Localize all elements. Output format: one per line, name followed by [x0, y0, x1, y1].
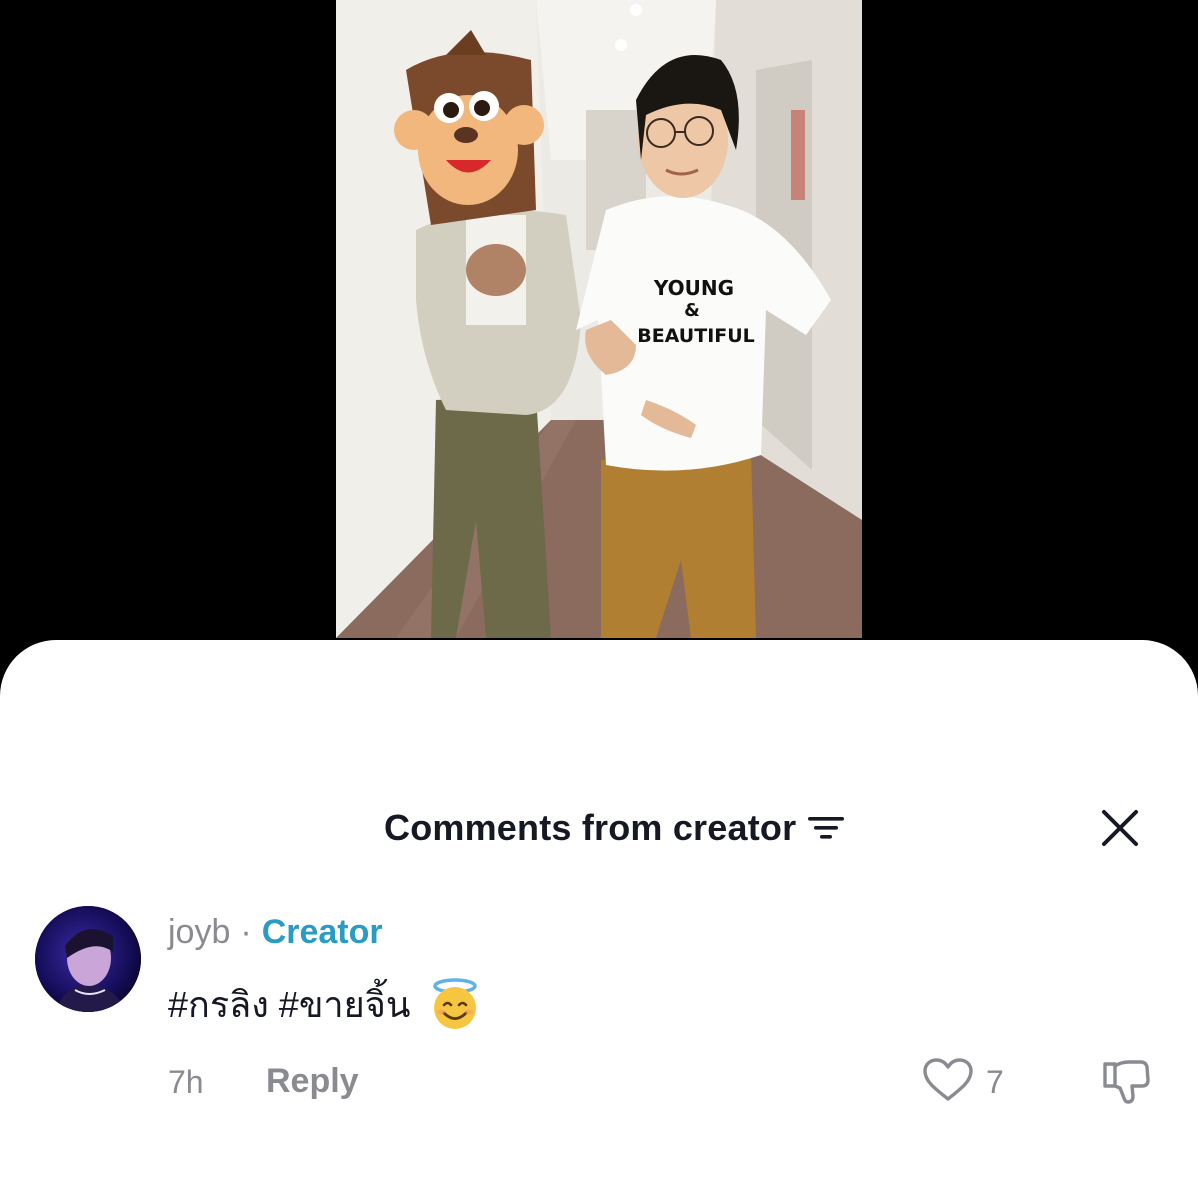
- sheet-title: Comments from creator: [384, 807, 797, 848]
- comment-item: joyb · Creator #กรลิง #ขายจิ้น 7h Reply: [0, 902, 1198, 1104]
- video-frame[interactable]: YOUNG & BEAUTIFUL: [336, 0, 862, 638]
- sheet-title-group[interactable]: Comments from creator: [384, 800, 845, 856]
- comment-body: #กรลิง #ขายจิ้น: [168, 976, 482, 1032]
- shirt-print-line2: &: [684, 300, 700, 321]
- creator-badge: Creator: [261, 912, 383, 951]
- shirt-print-line1: YOUNG: [653, 276, 734, 300]
- filter-lines-icon[interactable]: [808, 814, 845, 842]
- comments-header: Comments from creator: [0, 800, 1198, 856]
- comment-username[interactable]: joyb: [168, 913, 230, 952]
- video-still-image: YOUNG & BEAUTIFUL: [336, 0, 862, 638]
- smiling-face-with-halo-icon: [428, 977, 482, 1031]
- comment-author-line: joyb · Creator: [168, 908, 383, 956]
- separator-dot: ·: [240, 912, 252, 951]
- video-player[interactable]: YOUNG & BEAUTIFUL: [0, 0, 1198, 660]
- close-x-icon: [1101, 809, 1139, 847]
- thumbs-down-icon: [1101, 1058, 1151, 1111]
- heart-outline-icon: [922, 1057, 974, 1108]
- shirt-print-line3: BEAUTIFUL: [637, 325, 755, 347]
- avatar[interactable]: [35, 906, 141, 1012]
- dislike-button[interactable]: [1098, 1058, 1154, 1110]
- reply-button[interactable]: Reply: [266, 1062, 359, 1101]
- close-button[interactable]: [1094, 802, 1146, 854]
- like-count: 7: [986, 1064, 1004, 1100]
- comment-meta-row: 7h Reply 7: [0, 1057, 1198, 1108]
- comment-text: #กรลิง #ขายจิ้น: [168, 983, 411, 1025]
- comment-timestamp: 7h: [168, 1064, 204, 1100]
- like-button[interactable]: [920, 1057, 976, 1108]
- comments-sheet: Comments from creator joyb · Creator #กร…: [0, 640, 1198, 1200]
